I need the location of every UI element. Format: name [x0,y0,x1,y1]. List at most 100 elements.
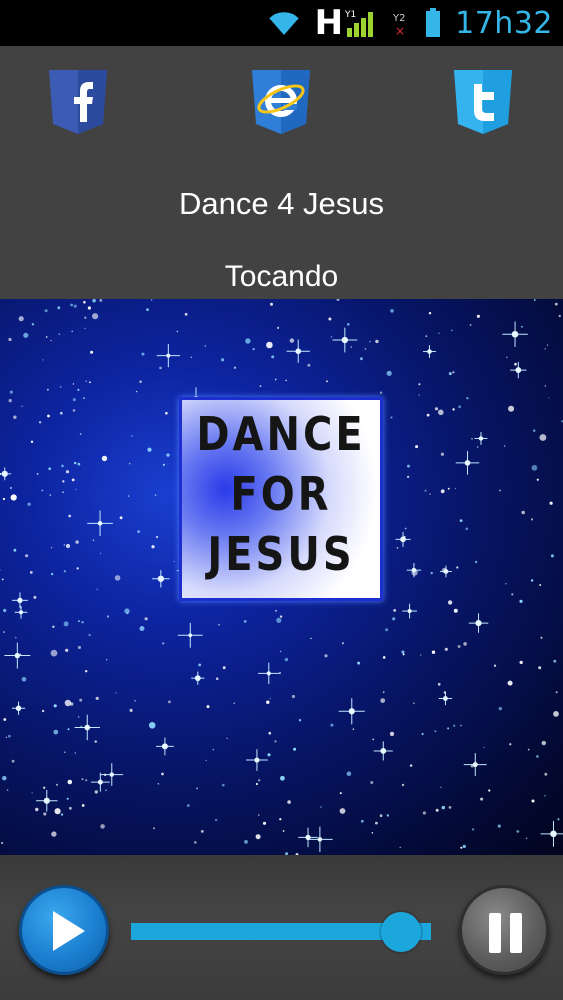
star [119,516,123,520]
star [511,593,514,596]
star [425,335,428,337]
star [549,501,553,505]
star [186,804,190,807]
star [58,333,61,336]
star [506,356,508,359]
star [83,300,86,304]
star [59,386,62,388]
star [194,841,197,844]
star [326,380,328,383]
sparkle-star [402,603,417,619]
star [401,650,405,654]
star [79,433,82,435]
clock: 17h32 [455,5,553,41]
pause-button[interactable] [459,885,549,975]
star [88,633,91,637]
star [330,723,334,727]
sparkle-star [395,531,411,547]
star [43,786,46,789]
sparkle-star [12,592,28,609]
star [519,660,523,665]
star [401,783,405,787]
star [434,407,439,411]
star [531,464,538,471]
star [8,337,12,342]
album-artwork: DANCE FOR JESUS [0,299,563,855]
star [330,336,333,338]
star [291,694,295,699]
star [56,783,58,786]
star [452,408,455,411]
star [233,366,237,369]
star [339,792,342,795]
logo-text-line: FOR [230,468,332,522]
star [81,778,84,781]
star [74,752,76,754]
star [386,814,389,817]
star [447,487,450,490]
star [105,789,107,792]
star [544,348,546,350]
star [2,497,5,501]
sparkle-star [87,510,113,537]
star [63,621,69,627]
internet-explorer-icon[interactable] [250,68,312,136]
twitter-icon[interactable] [452,68,514,136]
pause-icon [489,913,501,953]
star [65,470,70,474]
star [198,663,202,667]
star [519,599,523,603]
star [280,775,285,781]
star [553,659,557,663]
star [23,332,29,338]
star [11,759,15,763]
star [415,445,419,449]
star [440,452,444,456]
star [65,648,69,652]
star [274,378,277,381]
star [382,691,385,694]
star [50,547,53,549]
star [459,519,463,522]
star [154,494,157,496]
star [128,462,131,465]
star [63,570,67,573]
star [115,692,117,694]
star [420,654,422,656]
star [430,571,433,575]
star [47,388,49,391]
star [62,480,65,483]
star [84,327,86,330]
star [78,716,80,718]
star [85,779,88,782]
volume-slider-thumb[interactable] [381,912,421,952]
star [85,380,87,382]
star [215,677,219,680]
star [162,463,165,466]
star [418,383,421,386]
star [79,698,83,702]
station-header: Dance 4 Jesus Tocando [0,46,563,299]
star [357,661,361,665]
star [350,346,352,348]
star [77,388,80,391]
star [389,731,395,737]
star [245,338,251,344]
star [41,709,45,713]
star [266,341,273,349]
star [57,306,61,310]
star [375,821,378,825]
star [151,545,155,549]
star [205,759,207,762]
star [429,493,431,495]
star [267,753,271,757]
play-button[interactable] [19,885,109,975]
star [31,323,35,326]
facebook-icon[interactable] [47,68,109,136]
station-logo: DANCE FOR JESUS [179,397,383,601]
star [101,455,108,462]
sparkle-star [438,691,453,706]
star [76,567,79,570]
playback-status: Tocando [224,260,339,293]
star [536,755,539,758]
